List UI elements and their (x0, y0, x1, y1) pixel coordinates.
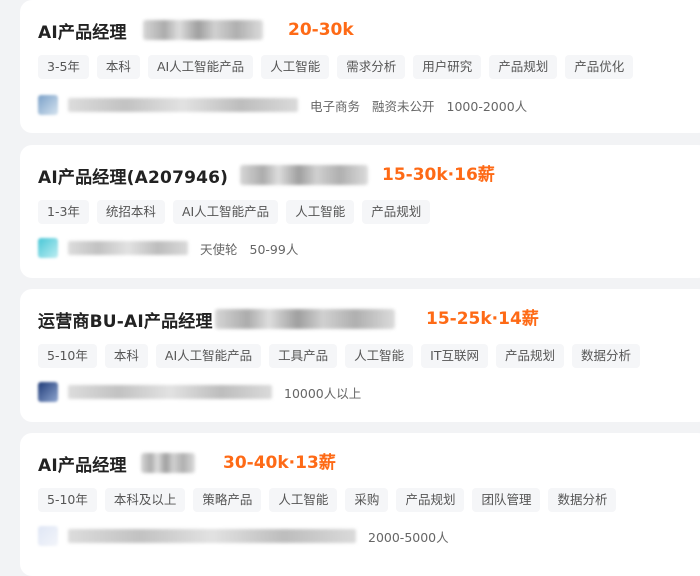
blurred-company-name (68, 98, 298, 112)
tag-list: 5-10年 本科 AI人工智能产品 工具产品 人工智能 IT互联网 产品规划 数… (38, 344, 641, 368)
tag-list: 1-3年 统招本科 AI人工智能产品 人工智能 产品规划 (38, 200, 431, 224)
tag: 3-5年 (38, 55, 89, 79)
tag: 1-3年 (38, 200, 89, 224)
job-title[interactable]: AI产品经理(A207946) (38, 163, 228, 188)
company-size: 50-99人 (249, 241, 299, 257)
tag: 人工智能 (261, 55, 330, 79)
job-card-3[interactable]: 运营商BU-AI产品经理 15-25k·14薪 5-10年 本科 AI人工智能产… (20, 289, 700, 422)
blurred-location (214, 309, 395, 329)
tag: 统招本科 (96, 200, 165, 224)
tag: 数据分析 (548, 488, 617, 512)
blurred-company-name (68, 385, 272, 399)
tag: 本科 (96, 55, 140, 79)
tag: 团队管理 (472, 488, 541, 512)
job-card-4[interactable]: AI产品经理 30-40k·13薪 5-10年 本科及以上 策略产品 人工智能 … (20, 433, 700, 576)
tag: 用户研究 (413, 55, 482, 79)
tag: 人工智能 (345, 344, 414, 368)
company-logo (38, 238, 58, 258)
blurred-company-name (68, 529, 356, 543)
company-row[interactable]: 2000-5000人 (38, 526, 449, 546)
job-card-2[interactable]: AI产品经理(A207946) 15-30k·16薪 1-3年 统招本科 AI人… (20, 145, 700, 278)
job-title[interactable]: 运营商BU-AI产品经理 (38, 307, 213, 332)
company-logo (38, 382, 58, 402)
company-row[interactable]: 电子商务 融资未公开 1000-2000人 (38, 95, 527, 115)
tag-list: 3-5年 本科 AI人工智能产品 人工智能 需求分析 用户研究 产品规划 产品优… (38, 55, 634, 79)
tag: 策略产品 (193, 488, 262, 512)
salary: 15-30k·16薪 (382, 165, 495, 185)
blurred-location (140, 453, 195, 473)
blurred-location (240, 165, 369, 185)
company-size: 2000-5000人 (368, 529, 449, 545)
blurred-location (142, 20, 263, 40)
tag: AI人工智能产品 (172, 200, 279, 224)
job-title[interactable]: AI产品经理 (38, 451, 127, 476)
tag: 5-10年 (38, 344, 97, 368)
tag: 人工智能 (286, 200, 355, 224)
job-card-1[interactable]: AI产品经理 20-30k 3-5年 本科 AI人工智能产品 人工智能 需求分析… (20, 0, 700, 133)
tag: 本科 (104, 344, 148, 368)
tag: 产品规划 (396, 488, 465, 512)
tag: AI人工智能产品 (155, 344, 262, 368)
tag: 需求分析 (337, 55, 406, 79)
company-size: 10000人以上 (284, 385, 362, 401)
tag: 产品规划 (496, 344, 565, 368)
tag: 数据分析 (572, 344, 641, 368)
tag: IT互联网 (421, 344, 488, 368)
salary: 15-25k·14薪 (426, 309, 539, 329)
tag: 人工智能 (269, 488, 338, 512)
tag-list: 5-10年 本科及以上 策略产品 人工智能 采购 产品规划 团队管理 数据分析 (38, 488, 617, 512)
tag: 产品规划 (489, 55, 558, 79)
tag: 工具产品 (269, 344, 338, 368)
company-industry: 电子商务 (310, 98, 361, 114)
job-title[interactable]: AI产品经理 (38, 18, 127, 43)
tag: AI人工智能产品 (147, 55, 254, 79)
company-logo (38, 526, 58, 546)
company-logo (38, 95, 58, 115)
company-funding: 融资未公开 (372, 98, 435, 114)
salary: 30-40k·13薪 (223, 453, 336, 473)
company-row[interactable]: 10000人以上 (38, 382, 361, 402)
tag: 产品规划 (362, 200, 431, 224)
tag: 产品优化 (565, 55, 634, 79)
company-funding: 天使轮 (200, 241, 238, 257)
company-size: 1000-2000人 (446, 98, 528, 114)
tag: 采购 (345, 488, 389, 512)
blurred-company-name (68, 241, 188, 255)
salary: 20-30k (288, 20, 354, 40)
company-row[interactable]: 天使轮 50-99人 (38, 238, 298, 258)
tag: 本科及以上 (104, 488, 186, 512)
tag: 5-10年 (38, 488, 97, 512)
